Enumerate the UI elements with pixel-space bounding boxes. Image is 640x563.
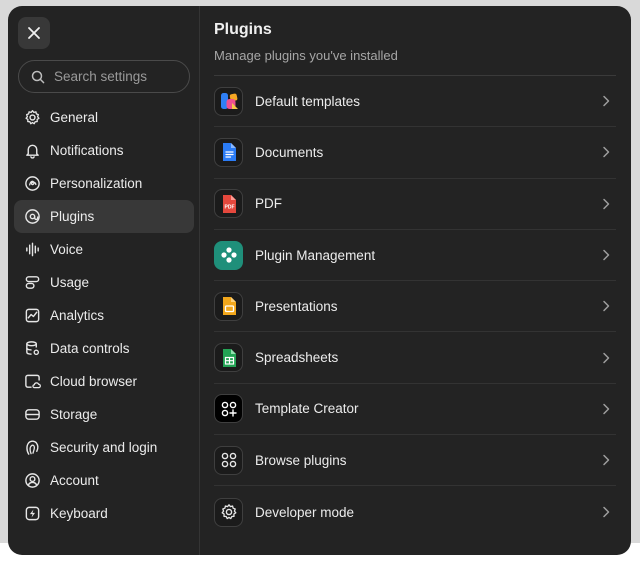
chevron-right-icon bbox=[603, 454, 610, 466]
sidebar-item-storage[interactable]: Storage bbox=[14, 398, 194, 431]
plugin-row-default-templates[interactable]: Default templates bbox=[214, 76, 616, 128]
sidebar-item-plugins[interactable]: Plugins bbox=[14, 200, 194, 233]
chevron-right-icon bbox=[603, 249, 610, 261]
plugin-tile: PDF bbox=[214, 189, 243, 219]
plugin-label: Developer mode bbox=[255, 504, 355, 520]
developer-gear-icon bbox=[221, 504, 236, 520]
search-icon bbox=[31, 70, 45, 83]
page-subtitle: Manage plugins you've installed bbox=[214, 48, 398, 63]
presentations-icon bbox=[222, 297, 236, 316]
plugin-row-template-creator[interactable]: Template Creator bbox=[214, 384, 616, 436]
plugin-label: Plugin Management bbox=[255, 247, 376, 263]
sidebar-item-personalization[interactable]: Personalization bbox=[14, 167, 194, 200]
plugin-row-presentations[interactable]: Presentations bbox=[214, 281, 616, 333]
sidebar-item-account[interactable]: Account bbox=[14, 464, 194, 497]
chevron-right-icon bbox=[603, 301, 610, 312]
plugin-tile bbox=[214, 394, 243, 424]
plugin-row-browse-plugins[interactable]: Browse plugins bbox=[214, 435, 616, 487]
plugin-tile bbox=[214, 291, 243, 321]
sidebar-item-data-controls[interactable]: Data controls bbox=[14, 332, 194, 365]
plugin-tile bbox=[214, 240, 243, 270]
settings-modal: General Notifications Personalization Pl… bbox=[8, 6, 631, 555]
documents-icon bbox=[222, 143, 236, 162]
plugin-tile bbox=[214, 137, 243, 167]
settings-sidebar: General Notifications Personalization Pl… bbox=[8, 6, 200, 555]
chevron-right-icon bbox=[603, 403, 610, 415]
plugin-label: Presentations bbox=[255, 298, 338, 314]
database-gear-icon bbox=[26, 341, 40, 356]
template-creator-icon bbox=[221, 401, 237, 417]
account-icon bbox=[25, 473, 40, 488]
browse-plugins-icon bbox=[221, 452, 236, 468]
search-input[interactable] bbox=[54, 69, 174, 84]
chevron-right-icon bbox=[603, 147, 610, 158]
settings-nav: General Notifications Personalization Pl… bbox=[14, 101, 194, 530]
sidebar-item-label: Data controls bbox=[50, 341, 130, 356]
voice-wave-icon bbox=[26, 242, 39, 257]
personalization-icon bbox=[25, 176, 40, 191]
sidebar-item-label: Plugins bbox=[50, 209, 95, 224]
sidebar-item-label: General bbox=[50, 110, 99, 125]
sidebar-item-label: Personalization bbox=[50, 176, 143, 191]
sidebar-item-security-and-login[interactable]: Security and login bbox=[14, 431, 194, 464]
plugin-label: Default templates bbox=[255, 93, 361, 109]
sidebar-item-cloud-browser[interactable]: Cloud browser bbox=[14, 365, 194, 398]
sidebar-item-label: Storage bbox=[50, 407, 98, 422]
cloud-browser-icon bbox=[25, 374, 41, 389]
sidebar-item-label: Security and login bbox=[50, 440, 158, 455]
chevron-right-icon bbox=[603, 95, 610, 107]
plugin-tile bbox=[214, 497, 243, 527]
close-button[interactable] bbox=[18, 17, 50, 49]
plugin-label: Template Creator bbox=[255, 401, 359, 417]
plugin-label: Browse plugins bbox=[255, 452, 347, 468]
sidebar-item-label: Keyboard bbox=[50, 506, 108, 521]
plugin-row-documents[interactable]: Documents bbox=[214, 127, 616, 179]
plugin-row-spreadsheets[interactable]: Spreadsheets bbox=[214, 332, 616, 384]
plugin-list: Default templates Documents PDF PDF Plug… bbox=[214, 75, 616, 538]
sidebar-item-keyboard[interactable]: Keyboard bbox=[14, 497, 194, 530]
sidebar-item-label: Notifications bbox=[50, 143, 124, 158]
plugin-tile bbox=[214, 445, 243, 475]
storage-icon bbox=[25, 409, 40, 420]
sidebar-item-label: Usage bbox=[50, 275, 90, 290]
search-box bbox=[18, 60, 190, 93]
plugin-row-plugin-management[interactable]: Plugin Management bbox=[214, 230, 616, 282]
gear-icon bbox=[25, 110, 40, 125]
plugin-label: PDF bbox=[255, 196, 282, 212]
analytics-icon bbox=[25, 308, 40, 323]
plugin-row-developer-mode[interactable]: Developer mode bbox=[214, 486, 616, 537]
sidebar-item-label: Cloud browser bbox=[50, 374, 138, 389]
chevron-right-icon bbox=[603, 198, 610, 209]
plugins-panel: Plugins Manage plugins you've installed … bbox=[200, 6, 631, 555]
sidebar-item-label: Voice bbox=[50, 242, 84, 257]
plugins-icon bbox=[25, 209, 40, 224]
keyboard-bolt-icon bbox=[25, 506, 40, 521]
sidebar-item-label: Account bbox=[50, 473, 99, 488]
plugin-tile bbox=[214, 343, 243, 373]
chevron-right-icon bbox=[603, 352, 610, 363]
close-icon bbox=[28, 27, 40, 39]
sidebar-item-usage[interactable]: Usage bbox=[14, 266, 194, 299]
sidebar-item-analytics[interactable]: Analytics bbox=[14, 299, 194, 332]
bell-icon bbox=[26, 144, 39, 159]
plugin-management-icon bbox=[220, 247, 237, 263]
pdf-badge-text: PDF bbox=[224, 204, 234, 210]
sidebar-item-general[interactable]: General bbox=[14, 101, 194, 134]
chevron-right-icon bbox=[603, 506, 610, 518]
sidebar-item-notifications[interactable]: Notifications bbox=[14, 134, 194, 167]
security-icon bbox=[26, 440, 39, 455]
plugin-label: Spreadsheets bbox=[255, 350, 339, 366]
usage-icon bbox=[25, 276, 40, 289]
plugin-tile bbox=[214, 86, 243, 116]
spreadsheets-icon bbox=[222, 348, 236, 367]
sidebar-item-voice[interactable]: Voice bbox=[14, 233, 194, 266]
sidebar-item-label: Analytics bbox=[50, 308, 105, 323]
plugin-row-pdf[interactable]: PDF PDF bbox=[214, 179, 616, 230]
page-title: Plugins bbox=[214, 21, 272, 38]
plugin-label: Documents bbox=[255, 144, 324, 160]
pdf-icon: PDF bbox=[222, 194, 236, 213]
default-templates-icon bbox=[220, 93, 238, 110]
